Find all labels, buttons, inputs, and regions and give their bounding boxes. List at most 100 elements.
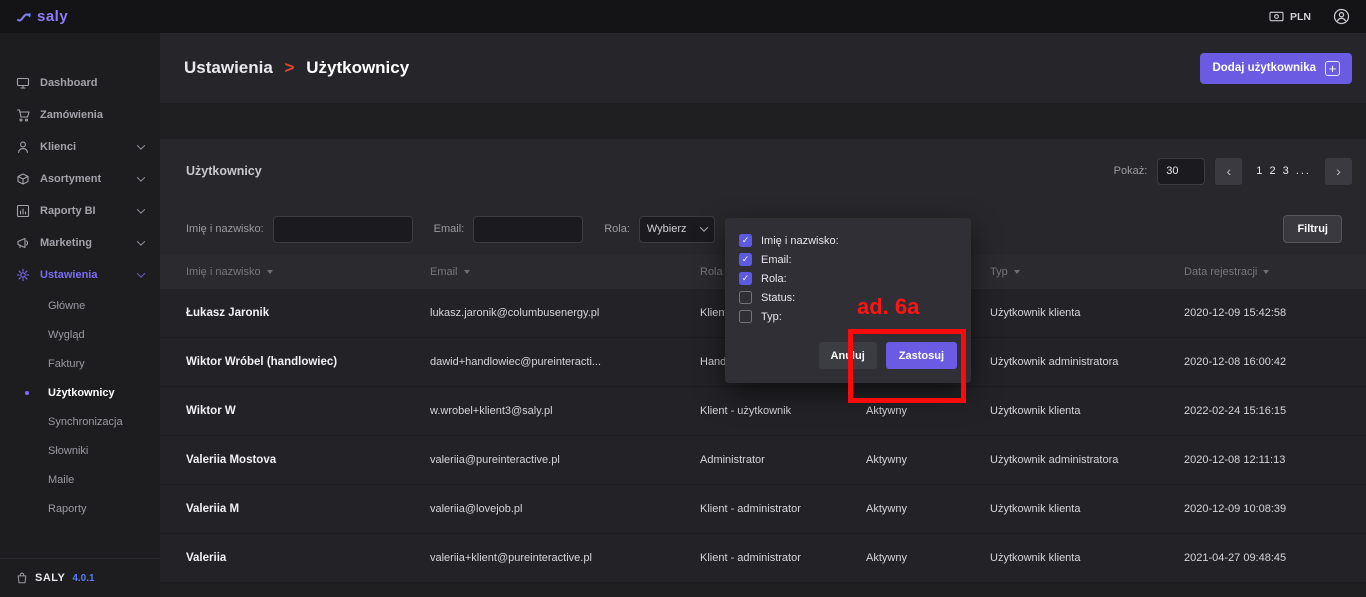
cell-name: Valeriia	[186, 552, 430, 564]
column-header-name[interactable]: Imię i nazwisko	[186, 266, 430, 278]
sidebar-item-faktury[interactable]: Faktury	[0, 349, 160, 378]
page-size-input[interactable]	[1157, 158, 1205, 185]
add-user-button[interactable]: Dodaj użytkownika +	[1200, 53, 1352, 84]
sidebar-subitem-label: Wygląd	[48, 329, 85, 341]
sidebar-subitem-label: Maile	[48, 474, 74, 486]
panel-header: Użytkownicy Pokaż: ‹ 1 2 3 ... ›	[160, 139, 1366, 203]
cell-role: Klient - użytkownik	[700, 405, 866, 417]
sidebar-item-slowniki[interactable]: Słowniki	[0, 436, 160, 465]
chevron-down-icon	[137, 205, 145, 213]
filter-name-label: Imię i nazwisko:	[186, 223, 264, 235]
currency-label: PLN	[1290, 11, 1311, 23]
cell-type: Użytkownik klienta	[990, 503, 1184, 515]
popup-option-type[interactable]: Typ:	[739, 307, 957, 326]
sidebar-subitem-label: Główne	[48, 300, 85, 312]
main-content: Ustawienia > Użytkownicy Dodaj użytkowni…	[160, 33, 1366, 597]
cell-type: Użytkownik administratora	[990, 454, 1184, 466]
column-header-email[interactable]: Email	[430, 266, 700, 278]
popup-option-status[interactable]: Status:	[739, 288, 957, 307]
cell-status: Aktywny	[866, 503, 990, 515]
column-header-type[interactable]: Typ	[990, 266, 1184, 278]
sidebar-item-label: Asortyment	[40, 173, 101, 185]
sidebar-item-label: Dashboard	[40, 77, 97, 89]
cell-date: 2022-02-24 15:16:15	[1184, 405, 1366, 417]
sidebar-item-zamowienia[interactable]: Zamówienia	[0, 99, 160, 131]
sidebar-subitem-label: Słowniki	[48, 445, 88, 457]
column-header-date[interactable]: Data rejestracji	[1184, 266, 1366, 278]
chevron-down-icon	[137, 141, 145, 149]
cell-email: dawid+handlowiec@pureinteracti...	[430, 356, 700, 368]
dashboard-icon	[16, 76, 30, 90]
sidebar-item-klienci[interactable]: Klienci	[0, 131, 160, 163]
popup-option-email[interactable]: Email:	[739, 250, 957, 269]
sidebar-item-marketing[interactable]: Marketing	[0, 227, 160, 259]
cell-name: Wiktor W	[186, 405, 430, 417]
sidebar-item-wyglad[interactable]: Wygląd	[0, 320, 160, 349]
checkbox-unchecked-icon[interactable]	[739, 291, 752, 304]
sort-arrow-down	[1014, 270, 1020, 274]
cell-email: w.wrobel+klient3@saly.pl	[430, 405, 700, 417]
table-row[interactable]: Valeriia valeriia+klient@pureinteractive…	[160, 534, 1366, 583]
cell-email: valeriia@lovejob.pl	[430, 503, 700, 515]
clients-person-icon	[16, 140, 30, 154]
logo-text: saly	[37, 8, 68, 25]
cell-role: Klient - administrator	[700, 552, 866, 564]
pagination-next-button[interactable]: ›	[1325, 158, 1352, 185]
page-title: Użytkownicy	[306, 58, 409, 77]
filter-role-select[interactable]: Wybierz	[639, 216, 715, 243]
breadcrumb-parent[interactable]: Ustawienia	[184, 58, 273, 77]
cell-status: Aktywny	[866, 405, 990, 417]
orders-cart-icon	[16, 108, 30, 122]
sidebar-item-ustawienia[interactable]: Ustawienia	[0, 259, 160, 291]
filter-email-input[interactable]	[473, 216, 583, 243]
cell-date: 2020-12-08 16:00:42	[1184, 356, 1366, 368]
sidebar-item-label: Marketing	[40, 237, 92, 249]
popup-option-name[interactable]: Imię i nazwisko:	[739, 231, 957, 250]
sidebar-item-synchronizacja[interactable]: Synchronizacja	[0, 407, 160, 436]
sidebar-item-maile[interactable]: Maile	[0, 465, 160, 494]
currency-selector[interactable]: PLN	[1269, 10, 1311, 23]
sidebar-item-label: Ustawienia	[40, 269, 97, 281]
option-label: Imię i nazwisko:	[761, 235, 839, 247]
filter-button[interactable]: Filtruj	[1283, 215, 1342, 243]
cancel-button[interactable]: Anuluj	[819, 342, 877, 369]
sidebar-item-raporty[interactable]: Raporty	[0, 494, 160, 523]
cell-date: 2020-12-09 15:42:58	[1184, 307, 1366, 319]
pagination-prev-button[interactable]: ‹	[1215, 158, 1242, 185]
apply-button[interactable]: Zastosuj	[886, 342, 957, 369]
app-logo[interactable]: saly	[16, 8, 68, 25]
checkbox-checked-icon[interactable]	[739, 272, 752, 285]
checkbox-unchecked-icon[interactable]	[739, 310, 752, 323]
cell-type: Użytkownik klienta	[990, 552, 1184, 564]
checkbox-checked-icon[interactable]	[739, 253, 752, 266]
topbar: saly PLN	[0, 0, 1366, 33]
role-select-value: Wybierz	[647, 223, 687, 235]
sidebar: Dashboard Zamówienia Klienci	[0, 33, 160, 597]
table-row[interactable]: Wiktor W w.wrobel+klient3@saly.pl Klient…	[160, 387, 1366, 436]
pagination-pages[interactable]: 1 2 3 ...	[1256, 165, 1311, 177]
sidebar-item-label: Raporty BI	[40, 205, 96, 217]
table-row[interactable]: Valeriia M valeriia@lovejob.pl Klient - …	[160, 485, 1366, 534]
sidebar-item-asortyment[interactable]: Asortyment	[0, 163, 160, 195]
sidebar-item-dashboard[interactable]: Dashboard	[0, 67, 160, 99]
reports-chart-icon	[16, 204, 30, 218]
sidebar-item-glowne[interactable]: Główne	[0, 291, 160, 320]
sidebar-item-raporty-bi[interactable]: Raporty BI	[0, 195, 160, 227]
chevron-down-icon	[137, 237, 145, 245]
banknote-icon	[1269, 10, 1284, 23]
active-dot-icon	[25, 391, 29, 395]
cell-date: 2020-12-08 12:11:13	[1184, 454, 1366, 466]
cell-type: Użytkownik klienta	[990, 405, 1184, 417]
checkbox-checked-icon[interactable]	[739, 234, 752, 247]
cell-name: Valeriia M	[186, 503, 430, 515]
popup-option-role[interactable]: Rola:	[739, 269, 957, 288]
page-header: Ustawienia > Użytkownicy Dodaj użytkowni…	[160, 33, 1366, 103]
chevron-down-icon	[137, 173, 145, 181]
sidebar-item-uzytkownicy[interactable]: Użytkownicy	[0, 378, 160, 407]
add-user-label: Dodaj użytkownika	[1212, 62, 1316, 74]
account-icon[interactable]	[1333, 8, 1350, 25]
filter-name-input[interactable]	[273, 216, 413, 243]
filter-email-label: Email:	[434, 223, 465, 235]
table-row[interactable]: Valeriia Mostova valeriia@pureinteractiv…	[160, 436, 1366, 485]
option-label: Rola:	[761, 273, 787, 285]
